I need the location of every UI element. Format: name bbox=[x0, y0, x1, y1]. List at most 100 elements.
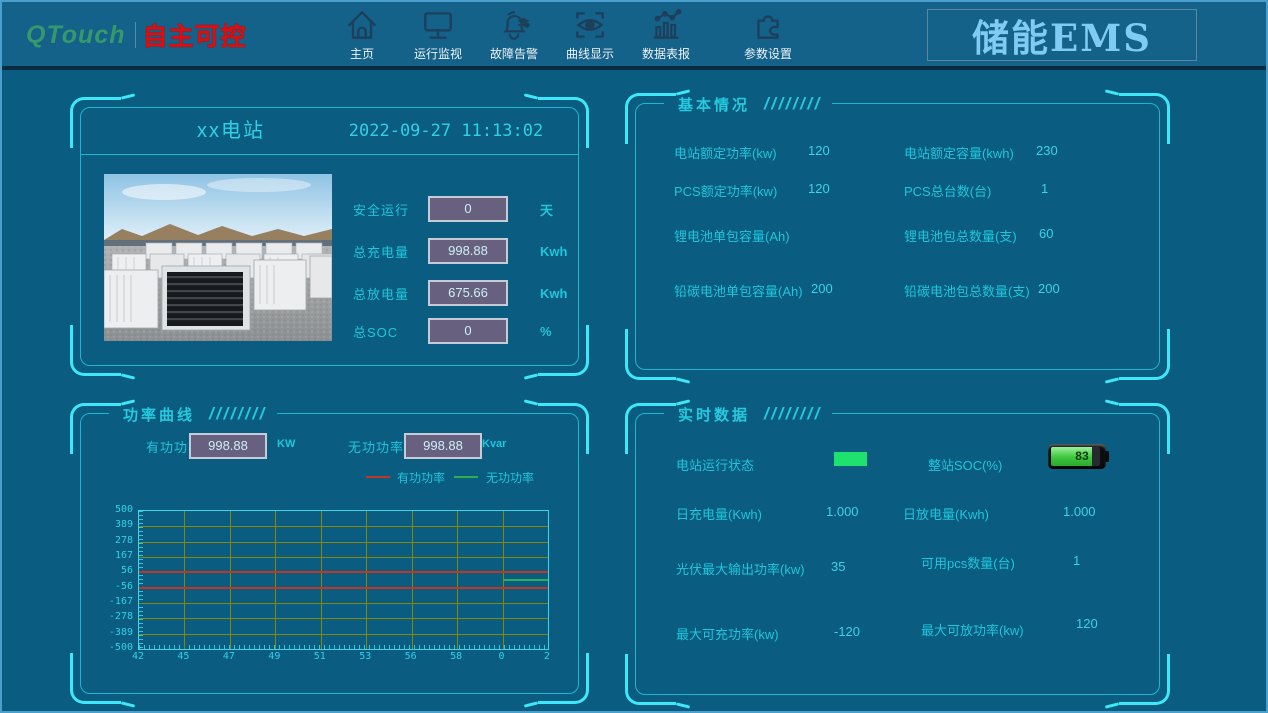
active-power-value[interactable]: 998.88 bbox=[189, 433, 267, 459]
nav-item-report[interactable]: 数据表报 bbox=[632, 4, 700, 62]
station-field-row: 总放电量 675.66 Kwh bbox=[353, 280, 567, 306]
y-tick-label: 500 bbox=[115, 504, 133, 515]
app-title-box: 储能EMS bbox=[927, 9, 1197, 61]
battery-inner: 83 bbox=[1051, 447, 1100, 466]
y-tick-label: -167 bbox=[109, 596, 133, 607]
nav-label: 曲线显示 bbox=[556, 45, 624, 62]
v-gridline bbox=[230, 511, 231, 649]
app-title: 储能EMS bbox=[972, 8, 1152, 62]
station-panel: xx电站 2022-09-27 11:13:02 bbox=[80, 107, 579, 366]
panel-title: 基本情况 //////// bbox=[664, 93, 832, 115]
realtime-label: 最大可充功率(kw) bbox=[676, 624, 779, 643]
realtime-row: 日充电量(Kwh) 1.000 日放电量(Kwh) 1.000 bbox=[636, 504, 1159, 524]
x-tick-label: 51 bbox=[314, 651, 326, 662]
total-charge-value[interactable]: 998.88 bbox=[428, 238, 508, 264]
station-status-indicator bbox=[834, 452, 867, 466]
nav-item-monitor[interactable]: 运行监视 bbox=[404, 4, 472, 62]
v-gridline bbox=[275, 511, 276, 649]
total-soc-value[interactable]: 0 bbox=[428, 318, 508, 344]
y-tick-label: -389 bbox=[109, 627, 133, 638]
corner-bracket bbox=[70, 653, 121, 704]
realtime-value: 35 bbox=[831, 559, 845, 574]
corner-bracket bbox=[625, 654, 676, 705]
soc-label: 整站SOC(%) bbox=[928, 455, 1002, 474]
x-tick-label: 58 bbox=[450, 651, 462, 662]
info-value: 120 bbox=[808, 143, 830, 158]
x-tick-label: 56 bbox=[405, 651, 417, 662]
h-gridline bbox=[139, 618, 548, 619]
info-row: 锂电池单包容量(Ah) 锂电池包总数量(支) 60 bbox=[636, 226, 1159, 246]
field-unit: Kwh bbox=[540, 286, 567, 301]
legend-label-active: 有功功率 bbox=[397, 469, 445, 486]
realtime-value: -120 bbox=[834, 624, 860, 639]
battery-fill: 83 bbox=[1051, 447, 1092, 466]
active-power-unit: KW bbox=[277, 438, 295, 450]
info-label: 铅碳电池单包容量(Ah) bbox=[674, 281, 803, 300]
basic-info-panel: 基本情况 //////// 电站额定功率(kw) 120 电站额定容量(kwh)… bbox=[635, 103, 1160, 370]
realtime-label: 日充电量(Kwh) bbox=[676, 504, 762, 523]
reactive-power-value[interactable]: 998.88 bbox=[404, 433, 482, 459]
info-label: 电站额定容量(kwh) bbox=[904, 143, 1014, 162]
series-line-无功功率 bbox=[503, 579, 548, 581]
x-tick-label: 0 bbox=[499, 651, 505, 662]
series-line-有功功率 bbox=[139, 571, 548, 573]
nav-label: 主页 bbox=[328, 45, 396, 62]
info-label: 锂电池包总数量(支) bbox=[904, 226, 1017, 245]
nav-item-settings[interactable]: 参数设置 bbox=[734, 4, 802, 62]
puzzle-icon bbox=[734, 6, 802, 44]
realtime-label: 可用pcs数量(台) bbox=[921, 553, 1015, 572]
eye-icon bbox=[556, 6, 624, 44]
report-chart-icon bbox=[632, 6, 700, 44]
info-value: 200 bbox=[811, 281, 833, 296]
nav-label: 故障告警 bbox=[480, 45, 548, 62]
safe-run-days-value[interactable]: 0 bbox=[428, 196, 508, 222]
realtime-row: 电站运行状态 整站SOC(%) 83 bbox=[636, 449, 1159, 479]
station-field-row: 总充电量 998.88 Kwh bbox=[353, 238, 567, 264]
x-axis-minor-ticks bbox=[139, 645, 548, 649]
v-gridline bbox=[321, 511, 322, 649]
info-row: PCS额定功率(kw) 120 PCS总台数(台) 1 bbox=[636, 181, 1159, 201]
info-label: PCS额定功率(kw) bbox=[674, 181, 777, 200]
y-tick-label: 389 bbox=[115, 519, 133, 530]
top-navbar: QTouch 自主可控 主页 运行监视 bbox=[0, 0, 1268, 70]
nav-item-curve[interactable]: 曲线显示 bbox=[556, 4, 624, 62]
info-value: 60 bbox=[1039, 226, 1053, 241]
nav-label: 参数设置 bbox=[734, 45, 802, 62]
v-gridline bbox=[457, 511, 458, 649]
realtime-value: 1 bbox=[1073, 553, 1080, 568]
nav-menu: 主页 运行监视 故障告警 bbox=[328, 4, 802, 62]
title-slashes-decoration: //////// bbox=[209, 404, 267, 424]
y-tick-label: 56 bbox=[121, 565, 133, 576]
panel-title-text: 实时数据 bbox=[678, 404, 750, 425]
corner-bracket bbox=[538, 403, 589, 454]
info-row: 电站额定功率(kw) 120 电站额定容量(kwh) 230 bbox=[636, 143, 1159, 163]
info-value: 120 bbox=[808, 181, 830, 196]
realtime-value: 1.000 bbox=[826, 504, 859, 519]
field-label: 总放电量 bbox=[353, 284, 428, 303]
h-gridline bbox=[139, 542, 548, 543]
y-tick-label: -278 bbox=[109, 611, 133, 622]
total-discharge-value[interactable]: 675.66 bbox=[428, 280, 508, 306]
reactive-power-label: 无功功率 bbox=[348, 437, 404, 456]
battery-cap bbox=[1105, 451, 1109, 462]
monitor-icon bbox=[404, 6, 472, 44]
panel-title: 实时数据 //////// bbox=[664, 403, 832, 425]
nav-item-home[interactable]: 主页 bbox=[328, 4, 396, 62]
corner-bracket bbox=[1119, 654, 1170, 705]
station-field-row: 安全运行 0 天 bbox=[353, 196, 553, 222]
realtime-data-panel: 实时数据 //////// 电站运行状态 整站SOC(%) 83 日充电量(Kw… bbox=[635, 413, 1160, 695]
title-slashes-decoration: //////// bbox=[764, 94, 822, 114]
realtime-row: 最大可充功率(kw) -120 最大可放功率(kw) 120 bbox=[636, 624, 1159, 644]
station-field-row: 总SOC 0 % bbox=[353, 318, 552, 344]
field-label: 总SOC bbox=[353, 322, 428, 341]
logo: QTouch 自主可控 bbox=[26, 17, 247, 53]
field-label: 安全运行 bbox=[353, 200, 428, 219]
nav-label: 运行监视 bbox=[404, 45, 472, 62]
h-gridline bbox=[139, 634, 548, 635]
x-tick-label: 2 bbox=[544, 651, 550, 662]
logo-divider bbox=[135, 22, 136, 48]
legend-dash-reactive bbox=[454, 476, 478, 478]
info-value: 200 bbox=[1038, 281, 1060, 296]
nav-item-alarm[interactable]: 故障告警 bbox=[480, 4, 548, 62]
field-label: 总充电量 bbox=[353, 242, 428, 261]
